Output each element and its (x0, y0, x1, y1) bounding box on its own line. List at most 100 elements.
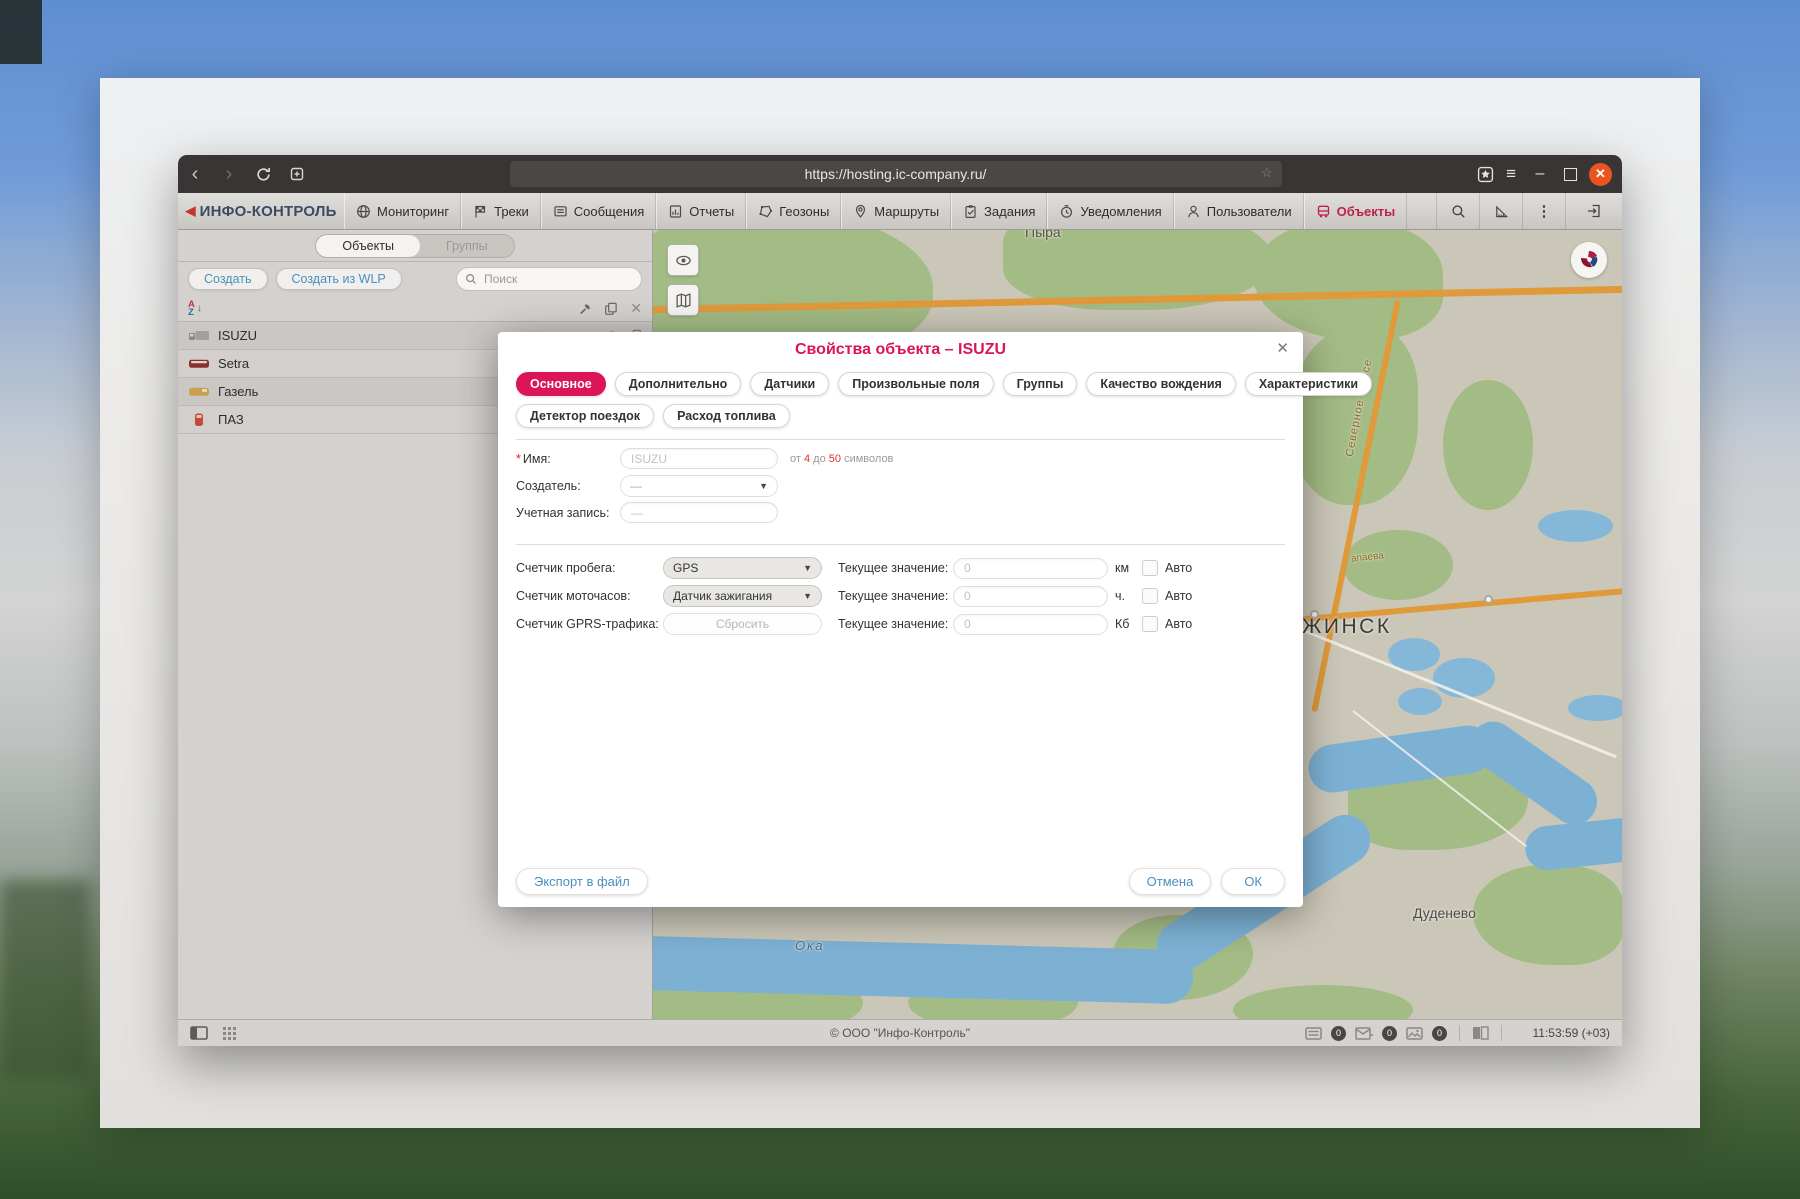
logout-button[interactable] (1565, 193, 1622, 229)
name-input[interactable] (620, 448, 778, 469)
unit-label: км (1115, 561, 1141, 575)
engine-hours-value-input[interactable] (953, 586, 1108, 607)
account-input[interactable] (620, 502, 778, 523)
map-forest-area (1343, 530, 1453, 600)
nav-item-routes[interactable]: Маршруты (841, 193, 951, 229)
tab-objects[interactable]: Объекты (316, 235, 420, 257)
sidebar-actions-row: Создать Создать из WLP (178, 262, 652, 296)
new-tab-button[interactable] (280, 155, 314, 193)
engine-hours-auto-checkbox[interactable] (1142, 588, 1158, 604)
back-button[interactable]: ‹ (178, 155, 212, 193)
image-icon[interactable] (1406, 1027, 1423, 1040)
unit-label: Кб (1115, 617, 1141, 631)
nav-item-objects[interactable]: Объекты (1304, 193, 1408, 229)
copy-icon[interactable] (604, 302, 618, 316)
new-tab-icon (289, 166, 305, 182)
mileage-auto-checkbox[interactable] (1142, 560, 1158, 576)
name-hint: от 4 до 50 символов (790, 453, 893, 465)
forward-button[interactable]: › (212, 155, 246, 193)
table-view-icon[interactable] (1472, 1026, 1489, 1040)
nav-item-monitoring[interactable]: Мониторинг (344, 193, 461, 229)
nav-item-tracks[interactable]: Треки (461, 193, 541, 229)
more-options-button[interactable]: ⋮ (1522, 193, 1565, 229)
map-visibility-button[interactable] (667, 244, 699, 276)
sidebar-tabs-row: Объекты Группы (178, 230, 652, 262)
eye-icon (675, 252, 692, 269)
chevron-down-icon: ▼ (759, 481, 768, 491)
create-button[interactable]: Создать (188, 268, 268, 290)
sidebar-toggle-icon[interactable] (190, 1026, 208, 1040)
tab-groups[interactable]: Группы (420, 235, 514, 257)
reset-button[interactable]: Сбросить (663, 613, 822, 635)
nav-item-tasks[interactable]: Задания (951, 193, 1047, 229)
clear-selection-icon[interactable]: ✕ (630, 300, 642, 317)
close-window-button[interactable]: ✕ (1589, 163, 1612, 186)
van-icon (188, 385, 210, 398)
tab-characteristics[interactable]: Характеристики (1245, 372, 1372, 396)
browser-menu-icon[interactable]: ≡ (1500, 164, 1522, 184)
export-to-file-button[interactable]: Экспорт в файл (516, 868, 648, 895)
separator (1459, 1025, 1460, 1041)
mileage-source-select[interactable]: GPS ▼ (663, 557, 822, 579)
nav-item-users[interactable]: Пользователи (1174, 193, 1304, 229)
nav-item-messages[interactable]: Сообщения (541, 193, 657, 229)
chevron-down-icon: ▼ (803, 563, 812, 573)
object-search-field[interactable] (456, 267, 642, 291)
reload-button[interactable] (246, 155, 280, 193)
tab-custom-fields[interactable]: Произвольные поля (838, 372, 993, 396)
grid-view-icon[interactable] (222, 1026, 237, 1041)
search-button[interactable] (1436, 193, 1479, 229)
nav-item-label: Объекты (1337, 204, 1396, 219)
minimize-button[interactable]: – (1528, 165, 1552, 183)
address-bar[interactable]: https://hosting.ic-company.ru/ ☆ (510, 161, 1282, 187)
create-from-wlp-button[interactable]: Создать из WLP (276, 268, 402, 290)
route-pin-icon (853, 204, 868, 219)
mail-icon[interactable] (1355, 1027, 1373, 1040)
creator-select[interactable]: — ▼ (620, 475, 778, 497)
tab-sensors[interactable]: Датчики (750, 372, 829, 396)
map-layers-button[interactable] (667, 284, 699, 316)
object-name: ПАЗ (218, 412, 244, 427)
ok-button[interactable]: ОК (1221, 868, 1285, 895)
engine-hours-source-select[interactable]: Датчик зажигания ▼ (663, 585, 822, 607)
maximize-button[interactable] (1564, 168, 1577, 181)
bookmarks-toolbar-icon[interactable] (1477, 166, 1494, 183)
search-input[interactable] (482, 271, 606, 287)
nav-item-notifications[interactable]: Уведомления (1047, 193, 1173, 229)
tab-fuel-consumption[interactable]: Расход топлива (663, 404, 790, 428)
wrench-icon[interactable] (578, 302, 592, 316)
mail-counter-badge[interactable]: 0 (1382, 1026, 1397, 1041)
tab-trip-detector[interactable]: Детектор поездок (516, 404, 654, 428)
map-label-city: ЖИНСК (1302, 615, 1392, 639)
object-name: ISUZU (218, 328, 257, 343)
gprs-traffic-value-input[interactable] (953, 614, 1108, 635)
nav-item-label: Сообщения (574, 204, 645, 219)
tab-driving-quality[interactable]: Качество вождения (1086, 372, 1235, 396)
device-card-icon[interactable] (1305, 1027, 1322, 1040)
required-asterisk: * (516, 452, 521, 466)
tab-groups[interactable]: Группы (1003, 372, 1078, 396)
sidebar-tab-toggle: Объекты Группы (315, 234, 514, 258)
mileage-value-input[interactable] (953, 558, 1108, 579)
flag-icon (473, 204, 488, 219)
sort-az-button[interactable]: AZ ↓ (188, 301, 202, 317)
image-counter-badge[interactable]: 0 (1432, 1026, 1447, 1041)
clock-icon (1059, 204, 1074, 219)
nav-item-label: Пользователи (1207, 204, 1292, 219)
gprs-traffic-auto-checkbox[interactable] (1142, 616, 1158, 632)
tab-main[interactable]: Основное (516, 372, 606, 396)
object-properties-dialog: Свойства объекта – ISUZU ✕ Основное Допо… (498, 332, 1303, 907)
tab-additional[interactable]: Дополнительно (615, 372, 742, 396)
current-value-label: Текущее значение: (838, 589, 953, 603)
nav-item-geofences[interactable]: Геозоны (746, 193, 841, 229)
measure-button[interactable] (1479, 193, 1522, 229)
auto-label: Авто (1165, 617, 1192, 631)
app-logo[interactable]: ◀ ИНФО-КОНТРОЛЬ (178, 193, 344, 229)
globe-icon (356, 204, 371, 219)
device-counter-badge[interactable]: 0 (1331, 1026, 1346, 1041)
dialog-close-icon[interactable]: ✕ (1276, 341, 1289, 356)
cancel-button[interactable]: Отмена (1129, 868, 1212, 895)
bookmark-star-icon[interactable]: ☆ (1261, 165, 1273, 181)
dialog-title: Свойства объекта – ISUZU (498, 332, 1303, 359)
nav-item-reports[interactable]: Отчеты (656, 193, 746, 229)
